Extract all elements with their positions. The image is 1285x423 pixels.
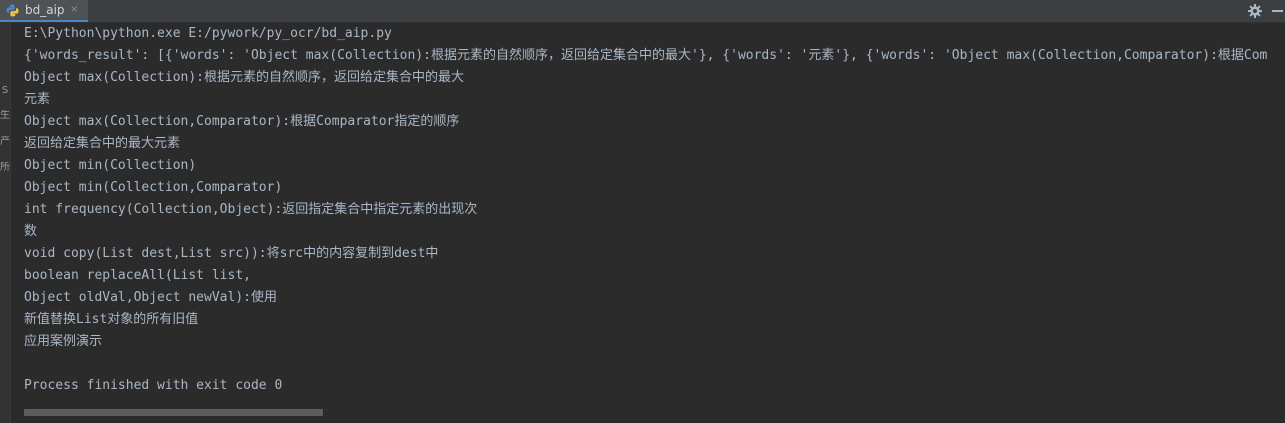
tab-label: bd_aip (25, 3, 65, 17)
console-line: Object min(Collection,Comparator) (24, 180, 283, 195)
tab-bd-aip[interactable]: bd_aip × (0, 0, 88, 22)
console-line: 数 (24, 224, 38, 239)
gear-icon[interactable] (1247, 3, 1263, 19)
console-line: 返回给定集合中的最大元素 (24, 136, 181, 151)
gutter-glyph: 生 (0, 110, 10, 121)
console-line: Object max(Collection,Comparator):根据Comp… (24, 114, 460, 129)
run-tool-window: bd_aip × S 生 产 所 E:\Python\python.exe E:… (0, 0, 1285, 423)
gutter-glyph: S (1, 85, 9, 96)
gutter-glyph: 产 (0, 136, 10, 147)
horizontal-scrollbar[interactable] (24, 409, 323, 416)
tab-bar: bd_aip × (0, 0, 1285, 23)
console-line: int frequency(Collection,Object):返回指定集合中… (24, 202, 478, 217)
close-icon[interactable]: × (70, 3, 78, 17)
gutter-glyph: 所 (0, 162, 10, 173)
console-line: void copy(List dest,List src)):将src中的内容复… (24, 246, 439, 261)
console-line: E:\Python\python.exe E:/pywork/py_ocr/bd… (24, 26, 392, 41)
console-line: Object min(Collection) (24, 158, 197, 173)
console-line: Object oldVal,Object newVal):使用 (24, 290, 277, 305)
console-line: 新值替换List对象的所有旧值 (24, 312, 199, 327)
console-line: boolean replaceAll(List list, (24, 268, 251, 283)
left-gutter: S 生 产 所 (0, 23, 11, 423)
minimize-icon[interactable] (1272, 10, 1283, 12)
python-file-icon (6, 4, 19, 17)
process-exit-line: Process finished with exit code 0 (24, 378, 283, 393)
console-line: 应用案例演示 (24, 334, 103, 349)
console-line: Object max(Collection):根据元素的自然顺序，返回给定集合中… (24, 70, 465, 85)
console-line: 元素 (24, 92, 51, 107)
console-output[interactable]: E:\Python\python.exe E:/pywork/py_ocr/bd… (24, 23, 1285, 403)
console-line: {'words_result': [{'words': 'Object max(… (24, 48, 1268, 63)
